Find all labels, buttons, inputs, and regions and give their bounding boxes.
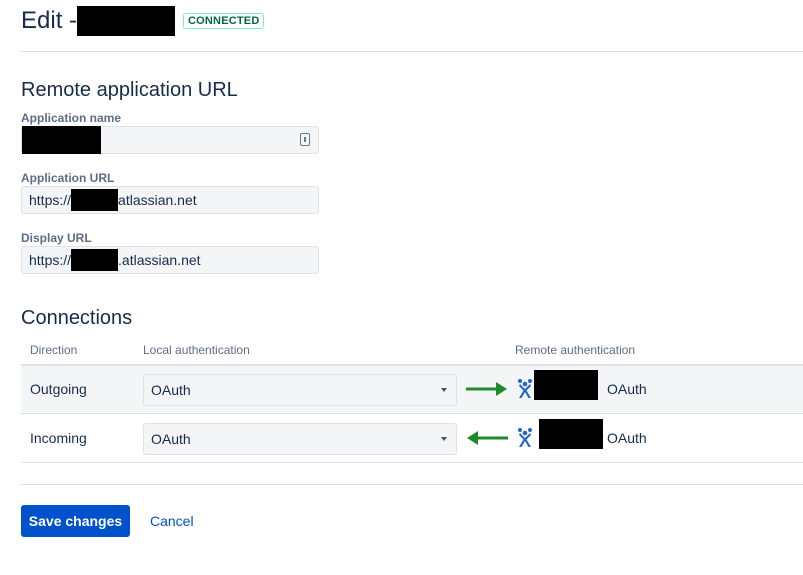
select-value: OAuth bbox=[151, 382, 191, 398]
jira-icon bbox=[518, 428, 532, 447]
local-auth-select-incoming[interactable]: OAuth bbox=[143, 423, 457, 455]
edit-application-link-page: Edit - CONNECTED Remote application URL … bbox=[0, 0, 803, 575]
display-url-suffix: .atlassian.net bbox=[118, 252, 201, 268]
redacted-remote-app bbox=[534, 370, 598, 400]
column-header-direction: Direction bbox=[30, 343, 78, 357]
display-url-field[interactable]: https:// .atlassian.net bbox=[21, 246, 319, 274]
display-url-label: Display URL bbox=[21, 231, 92, 245]
status-badge: CONNECTED bbox=[183, 13, 265, 29]
cancel-link[interactable]: Cancel bbox=[150, 513, 194, 529]
chevron-down-icon bbox=[441, 437, 447, 441]
table-row-outgoing: Outgoing OAuth OAuth bbox=[21, 366, 803, 412]
table-row-incoming: Incoming OAuth OAuth bbox=[21, 415, 803, 461]
application-name-field[interactable] bbox=[21, 126, 319, 154]
table-bottom-border bbox=[21, 462, 803, 463]
redacted-remote-app bbox=[539, 419, 603, 449]
page-title: Edit - bbox=[21, 7, 78, 34]
redacted-app-name bbox=[77, 6, 176, 36]
select-value: OAuth bbox=[151, 431, 191, 447]
application-url-prefix: https:// bbox=[29, 192, 72, 208]
remote-auth-value: OAuth bbox=[607, 430, 647, 446]
divider bbox=[21, 51, 803, 52]
application-name-label: Application name bbox=[21, 111, 122, 125]
jira-icon bbox=[518, 379, 532, 398]
local-auth-select-outgoing[interactable]: OAuth bbox=[143, 374, 457, 406]
display-url-prefix: https:// bbox=[29, 252, 72, 268]
application-url-suffix: atlassian.net bbox=[118, 192, 197, 208]
row-divider bbox=[21, 413, 803, 414]
chevron-down-icon bbox=[441, 388, 447, 392]
section-title-connections: Connections bbox=[21, 307, 133, 329]
section-title-remote-url: Remote application URL bbox=[21, 79, 238, 101]
id-card-icon bbox=[300, 133, 310, 146]
application-url-field[interactable]: https:// atlassian.net bbox=[21, 186, 319, 214]
column-header-local-auth: Local authentication bbox=[143, 343, 250, 357]
column-header-remote-auth: Remote authentication bbox=[515, 343, 636, 357]
redacted-subdomain bbox=[71, 249, 119, 271]
redacted-value bbox=[22, 126, 101, 154]
application-url-label: Application URL bbox=[21, 171, 115, 185]
arrow-left-icon bbox=[467, 431, 508, 445]
redacted-subdomain bbox=[71, 189, 119, 211]
divider bbox=[21, 484, 803, 485]
save-changes-button[interactable]: Save changes bbox=[21, 505, 130, 537]
remote-auth-value: OAuth bbox=[607, 381, 647, 397]
page-header: Edit - CONNECTED bbox=[21, 5, 265, 37]
direction-label: Incoming bbox=[30, 430, 87, 446]
arrow-right-icon bbox=[466, 382, 507, 396]
direction-label: Outgoing bbox=[30, 381, 87, 397]
